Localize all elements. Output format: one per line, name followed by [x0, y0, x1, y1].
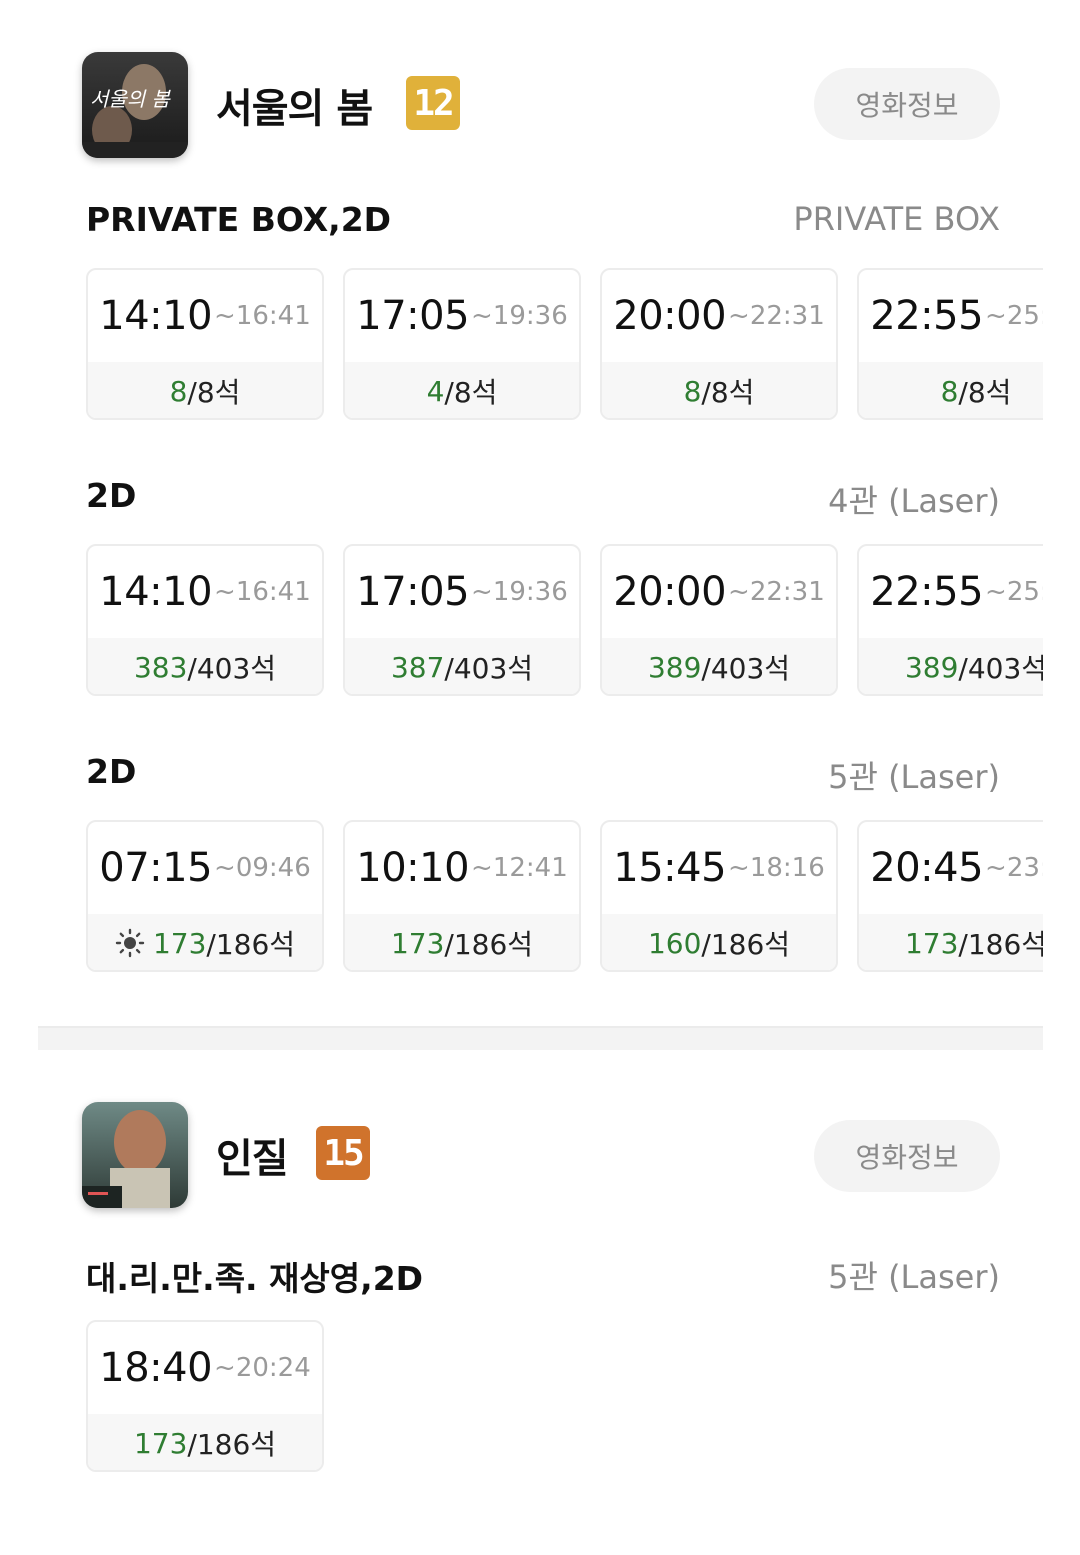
start-time: 18:40	[99, 1345, 213, 1391]
available-seats: 8	[683, 374, 702, 408]
available-seats: 173	[152, 926, 207, 960]
showtime-row: 14:10 ~16:41 8/8석 17:05 ~19:36 4/8석 20:00 ~…	[86, 268, 1043, 424]
showtime-card[interactable]: 17:05 ~19:36 4/8석	[343, 268, 581, 420]
showtime-card[interactable]: 18:40 ~20:24 173/186석	[86, 1320, 324, 1472]
total-seats: /186석	[701, 928, 791, 961]
end-time: ~22:31	[728, 301, 825, 331]
screening-hall: 5관 (Laser)	[828, 758, 1000, 796]
total-seats: /186석	[958, 928, 1043, 961]
showtime-card[interactable]: 10:10 ~12:41 173/186석	[343, 820, 581, 972]
showtime-row: 18:40 ~20:24 173/186석	[86, 1320, 1043, 1476]
movie-info-button[interactable]: 영화정보	[814, 1120, 1000, 1192]
screening-hall: 5관 (Laser)	[828, 1258, 1000, 1296]
showtime-card[interactable]: 20:00 ~22:31 389/403석	[600, 544, 838, 696]
showtime-card[interactable]: 14:10 ~16:41 383/403석	[86, 544, 324, 696]
screening-hall: PRIVATE BOX	[793, 200, 1000, 238]
showtime-card[interactable]: 20:45~23:16 173/186석	[857, 820, 1043, 972]
end-time: ~25:26	[985, 577, 1043, 607]
movie-divider	[38, 1026, 1043, 1050]
age-rating-badge: 15	[316, 1126, 370, 1180]
available-seats: 173	[133, 1426, 188, 1460]
poster-image	[82, 1102, 188, 1208]
end-time: ~25:26	[985, 301, 1043, 331]
showtime-card[interactable]: 07:15 ~09:46 173/186석	[86, 820, 324, 972]
available-seats: 173	[904, 926, 959, 960]
start-time: 22:55	[870, 569, 984, 615]
start-time: 15:45	[613, 845, 727, 891]
available-seats: 160	[647, 926, 702, 960]
start-time: 22:55	[870, 293, 984, 339]
end-time: ~09:46	[214, 853, 311, 883]
start-time: 20:00	[613, 293, 727, 339]
movie-poster[interactable]	[82, 1102, 188, 1208]
start-time: 20:45	[870, 845, 984, 891]
total-seats: /186석	[206, 928, 296, 961]
total-seats: /403석	[187, 652, 277, 685]
end-time: ~18:16	[728, 853, 825, 883]
available-seats: 389	[647, 650, 702, 684]
end-time: ~23:16	[985, 853, 1043, 883]
end-time: ~19:36	[471, 577, 568, 607]
end-time: ~16:41	[214, 301, 311, 331]
available-seats: 173	[390, 926, 445, 960]
showtime-row: 14:10 ~16:41 383/403석 17:05 ~19:36 387/403…	[86, 544, 1043, 700]
total-seats: /8석	[444, 376, 498, 409]
start-time: 20:00	[613, 569, 727, 615]
total-seats: /186석	[187, 1428, 277, 1461]
end-time: ~20:24	[214, 1353, 311, 1383]
available-seats: 383	[133, 650, 188, 684]
poster-caption: 서울의 봄	[90, 87, 172, 111]
screening-format: 2D	[86, 752, 137, 791]
screening-format: PRIVATE BOX,2D	[86, 200, 392, 239]
total-seats: /403석	[701, 652, 791, 685]
available-seats: 389	[904, 650, 959, 684]
end-time: ~22:31	[728, 577, 825, 607]
showtime-card[interactable]: 22:55~25:26 389/403석	[857, 544, 1043, 696]
movie-poster[interactable]: 서울의 봄	[82, 52, 188, 158]
movie-info-button[interactable]: 영화정보	[814, 68, 1000, 140]
showtime-card[interactable]: 15:45 ~18:16 160/186석	[600, 820, 838, 972]
total-seats: /8석	[187, 376, 241, 409]
start-time: 07:15	[99, 845, 213, 891]
showtime-card[interactable]: 17:05 ~19:36 387/403석	[343, 544, 581, 696]
total-seats: /186석	[444, 928, 534, 961]
available-seats: 8	[169, 374, 188, 408]
available-seats: 4	[426, 374, 445, 408]
showtime-card[interactable]: 14:10 ~16:41 8/8석	[86, 268, 324, 420]
total-seats: /8석	[701, 376, 755, 409]
showtime-card[interactable]: 20:00 ~22:31 8/8석	[600, 268, 838, 420]
screening-format: 대.리.만.족. 재상영,2D	[86, 1259, 424, 1298]
showtime-card[interactable]: 22:55~25:26 8/8석	[857, 268, 1043, 420]
end-time: ~19:36	[471, 301, 568, 331]
screening-hall: 4관 (Laser)	[828, 482, 1000, 520]
age-rating-badge: 12	[406, 76, 460, 130]
end-time: ~16:41	[214, 577, 311, 607]
movie-title[interactable]: 인질	[216, 1126, 289, 1184]
screening-format: 2D	[86, 476, 137, 515]
start-time: 17:05	[356, 569, 470, 615]
available-seats: 8	[940, 374, 959, 408]
showtime-row: 07:15 ~09:46 173/186석 10:10 ~12:41 173/186…	[86, 820, 1043, 976]
start-time: 17:05	[356, 293, 470, 339]
movie-title[interactable]: 서울의 봄	[216, 76, 373, 134]
end-time: ~12:41	[471, 853, 568, 883]
start-time: 14:10	[99, 569, 213, 615]
sun-icon	[115, 928, 145, 958]
total-seats: /8석	[958, 376, 1012, 409]
poster-image: 서울의 봄	[82, 52, 188, 158]
start-time: 14:10	[99, 293, 213, 339]
available-seats: 387	[390, 650, 445, 684]
total-seats: /403석	[444, 652, 534, 685]
start-time: 10:10	[356, 845, 470, 891]
total-seats: /403석	[958, 652, 1043, 685]
